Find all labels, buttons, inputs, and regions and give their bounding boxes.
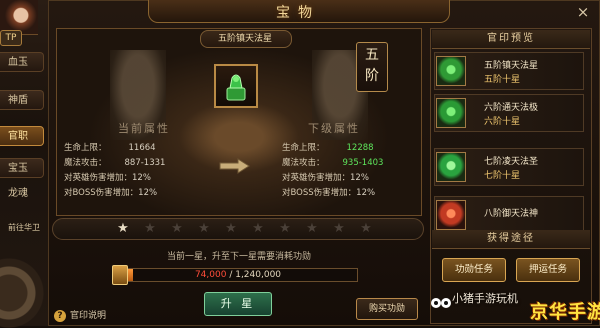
- tier-label: 五 阶: [365, 47, 379, 84]
- preview-item-name: 六阶通天法极: [484, 103, 539, 113]
- star-level-icon: ★: [198, 221, 210, 236]
- preview-item-name: 五阶镇天法星: [484, 61, 539, 71]
- star-level-icon: ★: [144, 221, 156, 236]
- merit-required: 1,240,000: [235, 270, 282, 280]
- watermark-logo: 京华手游网: [530, 302, 600, 323]
- merit-progress-text: 74,000 / 1,240,000: [118, 270, 358, 280]
- hero-value: 12%: [350, 173, 369, 183]
- atk-label: 魔法攻击：: [282, 158, 325, 168]
- side-tab-official-rank[interactable]: 官职: [0, 126, 44, 146]
- seal-help-link[interactable]: ? 官印说明: [54, 308, 106, 324]
- current-hero-row: 对英雄伤害增加：12%: [64, 171, 151, 183]
- hp-label: 生命上限：: [64, 143, 107, 153]
- preview-item-name: 七阶凌天法圣: [484, 157, 539, 167]
- upgrade-hint: 当前一星，升至下一星需要消耗功勋: [166, 252, 311, 262]
- next-hp-row: 生命上限： 12288: [282, 141, 374, 153]
- upgrade-star-button[interactable]: 升 星: [204, 292, 272, 316]
- preview-item-name: 八阶御天法神: [484, 209, 539, 219]
- vip-badge: TP: [0, 30, 22, 46]
- buy-merit-button[interactable]: 购买功勋: [356, 298, 418, 320]
- hero-value: 12%: [132, 173, 151, 183]
- window-title: 宝物: [276, 5, 320, 21]
- question-mark-icon: ?: [54, 310, 66, 322]
- star-level-icon: ★: [306, 221, 318, 236]
- green-seal-icon: [436, 56, 466, 86]
- boss-value: 12%: [356, 188, 376, 198]
- escort-quest-button[interactable]: 押运任务: [516, 258, 580, 282]
- hp-value: 12288: [346, 143, 374, 153]
- star-level-icon: ★: [225, 221, 237, 236]
- help-label: 官印说明: [70, 311, 107, 321]
- watermark-eyes-icon: [431, 298, 451, 308]
- next-atk-row: 魔法攻击： 935-1403: [282, 156, 383, 168]
- star-level-icon: ★: [171, 221, 183, 236]
- arrow-right-icon: [219, 158, 250, 174]
- red-seal-icon: [436, 200, 466, 230]
- preview-item-star: 六阶十星: [484, 117, 521, 127]
- current-attributes-title: 当前属性: [118, 122, 170, 135]
- current-hp-row: 生命上限： 11664: [64, 141, 156, 153]
- next-hero-row: 对英雄伤害增加：12%: [282, 171, 369, 183]
- seal-name: 五阶镇天法星: [217, 34, 272, 44]
- atk-value: 935-1403: [342, 158, 384, 168]
- boss-label: 对BOSS伤害增加：: [282, 188, 357, 198]
- side-tab-divine-shield[interactable]: 神盾: [0, 90, 44, 110]
- side-tab-jade[interactable]: 宝玉: [0, 158, 44, 178]
- hp-value: 11664: [128, 143, 156, 153]
- next-boss-row: 对BOSS伤害增加：12%: [282, 186, 375, 198]
- hero-label: 对英雄伤害增加：: [282, 173, 351, 183]
- atk-value: 887-1331: [124, 158, 166, 168]
- merit-separator: /: [226, 270, 236, 280]
- preview-item-star: 五阶十星: [484, 75, 521, 85]
- merit-quest-button[interactable]: 功勋任务: [442, 258, 506, 282]
- star-level-icon: ★: [333, 221, 345, 236]
- green-seal-icon: [436, 98, 466, 128]
- obtain-title: 获得途径: [432, 230, 590, 249]
- star-level-icon: ★: [360, 221, 372, 236]
- boss-value: 12%: [138, 188, 158, 198]
- boss-label: 对BOSS伤害增加：: [64, 188, 139, 198]
- hero-label: 对英雄伤害增加：: [64, 173, 133, 183]
- star-level-icon: ★: [252, 221, 264, 236]
- green-seal-icon: [436, 152, 466, 182]
- side-tab-dragon-soul[interactable]: 龙魂: [0, 184, 44, 204]
- merit-current: 74,000: [194, 270, 227, 280]
- side-tab-go-guard[interactable]: 前往华卫: [0, 218, 44, 238]
- preview-item-star: 七阶十星: [484, 171, 521, 181]
- preview-title: 官印预览: [432, 30, 590, 49]
- current-boss-row: 对BOSS伤害增加：12%: [64, 186, 157, 198]
- hp-label: 生命上限：: [282, 143, 325, 153]
- watermark-text: 小猪手游玩机: [452, 292, 518, 305]
- star-level-icon: ★: [279, 221, 291, 236]
- atk-label: 魔法攻击：: [64, 158, 107, 168]
- current-atk-row: 魔法攻击： 887-1331: [64, 156, 165, 168]
- close-button[interactable]: ×: [574, 3, 592, 21]
- side-tab-blood-jade[interactable]: 血玉: [0, 52, 44, 72]
- jade-seal-icon: [226, 74, 246, 101]
- star-level-icon: ★: [117, 221, 129, 236]
- next-attributes-title: 下级属性: [308, 122, 360, 135]
